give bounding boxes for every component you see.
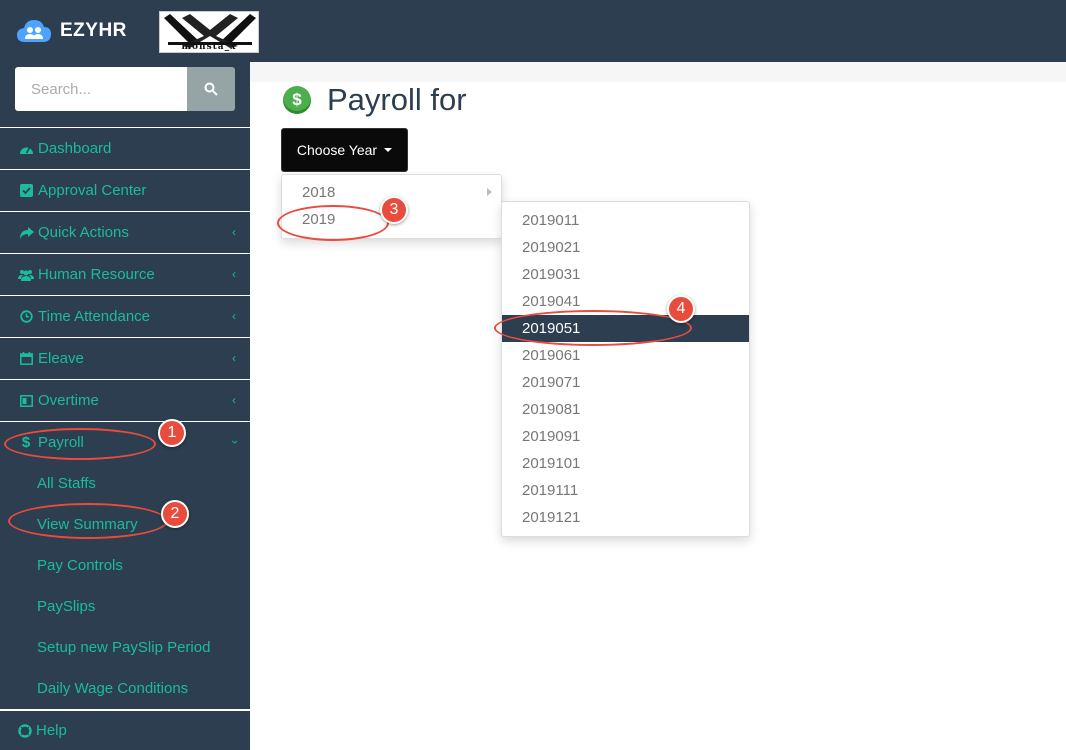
chevron-left-icon: ‹ xyxy=(232,393,236,407)
search-input[interactable] xyxy=(15,67,187,111)
sidebar-item-time-attendance[interactable]: Time Attendance ‹ xyxy=(0,295,250,337)
partner-logo: monsta_x xyxy=(159,11,259,53)
sidebar-item-dashboard[interactable]: Dashboard xyxy=(0,127,250,169)
page-title-text: Payroll for xyxy=(327,82,467,117)
caret-down-icon xyxy=(384,148,393,152)
period-option[interactable]: 2019071 xyxy=(502,369,749,396)
search-icon xyxy=(204,82,218,96)
sidebar-item-label: Quick Actions xyxy=(38,224,129,241)
sidebar-search xyxy=(15,67,235,111)
annotation-badge-2: 2 xyxy=(161,500,189,528)
sidebar-item-label: Approval Center xyxy=(38,182,147,199)
period-option[interactable]: 2019101 xyxy=(502,450,749,477)
page-title: $ Payroll for xyxy=(283,82,467,118)
sidebar-item-label: Help xyxy=(36,722,67,739)
caret-right-icon xyxy=(487,188,492,196)
period-option[interactable]: 2019091 xyxy=(502,423,749,450)
sidebar-subitem-all-staffs[interactable]: All Staffs xyxy=(0,463,250,504)
sidebar-item-overtime[interactable]: Overtime ‹ xyxy=(0,379,250,421)
chevron-left-icon: ‹ xyxy=(232,351,236,365)
top-bar: EZYHR monsta_x xyxy=(0,0,1066,62)
overtime-icon xyxy=(18,393,34,409)
clock-icon xyxy=(18,309,34,325)
sidebar-item-label: Human Resource xyxy=(38,266,155,283)
main-content: $ Payroll for Choose Year 2018 2019 2019… xyxy=(250,62,1066,750)
sidebar-item-label: Eleave xyxy=(38,350,84,367)
cloud-users-icon xyxy=(16,18,52,44)
sidebar-subitem-payslips[interactable]: PaySlips xyxy=(0,586,250,627)
annotation-badge-4: 4 xyxy=(667,295,695,323)
brand[interactable]: EZYHR xyxy=(16,18,127,44)
sidebar-item-help[interactable]: Help xyxy=(0,709,250,750)
partner-logo-text: monsta_x xyxy=(181,42,237,52)
period-option[interactable]: 2019121 xyxy=(502,504,749,531)
brand-name: EZYHR xyxy=(60,20,127,41)
money-icon: $ xyxy=(283,86,311,114)
period-dropdown: 2019011 2019021 2019031 2019041 2019051 … xyxy=(501,201,750,537)
sidebar-item-approval-center[interactable]: Approval Center xyxy=(0,169,250,211)
sidebar-menu: Dashboard Approval Center Quick Actions … xyxy=(0,127,250,709)
share-icon xyxy=(18,225,34,241)
annotation-ellipse-payroll xyxy=(4,428,156,460)
period-option[interactable]: 2019031 xyxy=(502,261,749,288)
period-option[interactable]: 2019011 xyxy=(502,207,749,234)
sidebar-item-label: Time Attendance xyxy=(38,308,151,325)
content-header-strip xyxy=(250,62,1066,82)
period-option[interactable]: 2019081 xyxy=(502,396,749,423)
search-button[interactable] xyxy=(187,67,235,111)
chevron-down-icon: ‹ xyxy=(227,440,241,444)
chevron-left-icon: ‹ xyxy=(232,225,236,239)
check-square-icon xyxy=(18,183,34,199)
period-option[interactable]: 2019111 xyxy=(502,477,749,504)
sidebar-subitem-pay-controls[interactable]: Pay Controls xyxy=(0,545,250,586)
sidebar-subitem-setup-payslip-period[interactable]: Setup new PaySlip Period xyxy=(0,627,250,668)
choose-year-label: Choose Year xyxy=(296,142,378,158)
annotation-badge-1: 1 xyxy=(158,419,186,447)
payroll-submenu: All Staffs View Summary Pay Controls Pay… xyxy=(0,463,250,709)
sidebar-item-quick-actions[interactable]: Quick Actions ‹ xyxy=(0,211,250,253)
sidebar-item-label: Dashboard xyxy=(38,140,112,157)
annotation-badge-3: 3 xyxy=(380,196,408,224)
period-option[interactable]: 2019061 xyxy=(502,342,749,369)
chevron-left-icon: ‹ xyxy=(232,267,236,281)
sidebar-item-label: Overtime xyxy=(38,392,99,409)
period-option[interactable]: 2019021 xyxy=(502,234,749,261)
year-option-label: 2018 xyxy=(302,184,336,201)
calendar-icon xyxy=(18,351,34,367)
choose-year-button[interactable]: Choose Year xyxy=(281,128,408,172)
dashboard-icon xyxy=(18,141,34,157)
annotation-ellipse-2019051 xyxy=(494,310,692,346)
lifebuoy-icon xyxy=(18,723,32,738)
annotation-ellipse-view-summary xyxy=(8,503,168,539)
sidebar: Dashboard Approval Center Quick Actions … xyxy=(0,62,250,750)
sidebar-item-human-resource[interactable]: Human Resource ‹ xyxy=(0,253,250,295)
users-icon xyxy=(18,267,34,283)
annotation-ellipse-2019 xyxy=(277,205,389,241)
sidebar-item-eleave[interactable]: Eleave ‹ xyxy=(0,337,250,379)
sidebar-subitem-daily-wage-conditions[interactable]: Daily Wage Conditions xyxy=(0,668,250,709)
chevron-left-icon: ‹ xyxy=(232,309,236,323)
